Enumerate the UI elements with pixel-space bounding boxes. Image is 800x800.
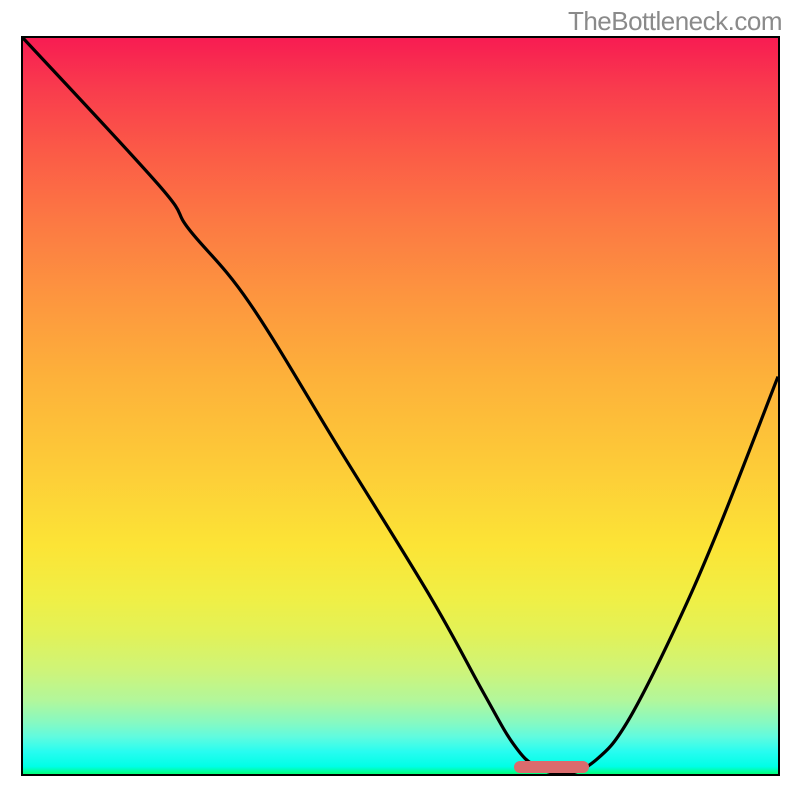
watermark-text: TheBottleneck.com bbox=[568, 6, 782, 37]
optimal-range-marker bbox=[514, 761, 590, 773]
chart-area bbox=[21, 36, 780, 776]
bottleneck-curve-line bbox=[23, 38, 778, 774]
bottleneck-curve-svg bbox=[23, 38, 778, 774]
